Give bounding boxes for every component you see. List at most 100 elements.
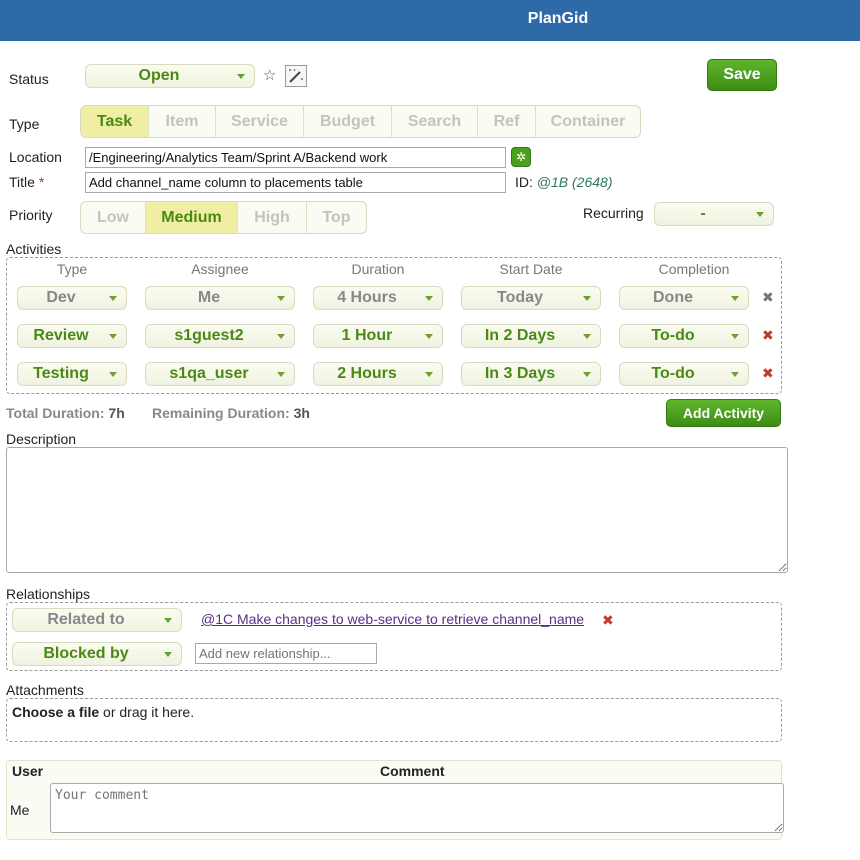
activities-label: Activities (6, 241, 62, 257)
item-id: ID: @1B (2648) (515, 174, 612, 190)
recurring-label: Recurring (583, 205, 644, 221)
status-label: Status (9, 71, 49, 87)
relationships-label: Relationships (6, 586, 91, 602)
total-duration-label: Total Duration: (6, 405, 105, 421)
remaining-duration: Remaining Duration: 3h (152, 405, 310, 421)
activity-duration-value: 1 Hour (341, 327, 393, 344)
column-header-start-date: Start Date (499, 261, 563, 277)
activity-start-dropdown[interactable]: In 3 Days (461, 362, 601, 386)
attachments-text: Choose a file or drag it here. (12, 704, 194, 720)
chevron-down-icon (164, 618, 172, 623)
activity-start-dropdown[interactable]: In 2 Days (461, 324, 601, 348)
type-option-task[interactable]: Task (81, 106, 149, 137)
priority-label: Priority (9, 207, 53, 223)
attachments-label: Attachments (6, 682, 84, 698)
activity-assignee-dropdown[interactable]: Me (145, 286, 295, 310)
relationship-kind-dropdown[interactable]: Related to (12, 608, 182, 632)
star-icon[interactable]: ☆ (263, 66, 276, 84)
priority-option-medium[interactable]: Medium (146, 202, 238, 233)
activity-completion-value: To-do (651, 327, 695, 344)
activity-type-dropdown[interactable]: Review (17, 324, 127, 348)
chevron-down-icon (583, 372, 591, 377)
gear-icon[interactable]: ✲ (511, 147, 531, 167)
comment-textarea[interactable] (50, 783, 784, 833)
new-relationship-input[interactable] (195, 643, 377, 664)
activity-assignee-value: s1guest2 (174, 327, 244, 344)
status-dropdown[interactable]: Open (85, 64, 255, 88)
chevron-down-icon (277, 334, 285, 339)
relationship-kind-value: Related to (47, 611, 125, 628)
activity-completion-value: To-do (651, 365, 695, 382)
activity-duration-value: 4 Hours (337, 289, 397, 306)
total-duration-value: 7h (108, 405, 125, 421)
delete-activity-icon[interactable]: ✖ (762, 327, 774, 344)
chevron-down-icon (277, 372, 285, 377)
activity-assignee-dropdown[interactable]: s1guest2 (145, 324, 295, 348)
priority-option-high[interactable]: High (238, 202, 307, 233)
add-activity-button[interactable]: Add Activity (666, 399, 781, 427)
chevron-down-icon (583, 296, 591, 301)
delete-activity-icon[interactable]: ✖ (762, 289, 774, 306)
location-label: Location (9, 149, 62, 165)
activity-duration-dropdown[interactable]: 4 Hours (313, 286, 443, 310)
id-label: ID: (515, 174, 533, 190)
activity-start-value: Today (497, 289, 543, 306)
recurring-dropdown[interactable]: - (654, 202, 774, 226)
comment-column-header: Comment (380, 763, 445, 779)
activity-assignee-value: s1qa_user (169, 365, 249, 382)
user-column-header: User (12, 763, 44, 779)
activity-assignee-dropdown[interactable]: s1qa_user (145, 362, 295, 386)
relationship-link[interactable]: @1C Make changes to web-service to retri… (201, 611, 584, 627)
location-input[interactable] (85, 147, 506, 168)
type-option-item[interactable]: Item (149, 106, 216, 137)
column-header-completion: Completion (658, 261, 730, 277)
app-header: PlanGid (0, 0, 860, 41)
activity-duration-dropdown[interactable]: 1 Hour (313, 324, 443, 348)
chevron-down-icon (164, 652, 172, 657)
magic-wand-icon[interactable] (285, 65, 307, 87)
title-label: Title * (9, 174, 45, 190)
description-textarea[interactable] (6, 447, 788, 573)
save-button[interactable]: Save (707, 59, 777, 91)
description-label: Description (6, 431, 77, 447)
chevron-down-icon (583, 334, 591, 339)
activity-start-dropdown[interactable]: Today (461, 286, 601, 310)
chevron-down-icon (425, 334, 433, 339)
activity-type-dropdown[interactable]: Dev (17, 286, 127, 310)
chevron-down-icon (109, 296, 117, 301)
id-value: @1B (2648) (536, 174, 613, 190)
title-input[interactable] (85, 172, 506, 193)
activity-completion-dropdown[interactable]: To-do (619, 362, 749, 386)
relationship-link-container: @1C Make changes to web-service to retri… (201, 611, 584, 627)
activity-type-dropdown[interactable]: Testing (17, 362, 127, 386)
activity-duration-dropdown[interactable]: 2 Hours (313, 362, 443, 386)
total-duration: Total Duration: 7h (6, 405, 125, 421)
chevron-down-icon (425, 296, 433, 301)
new-relationship-kind-dropdown[interactable]: Blocked by (12, 642, 182, 666)
activity-completion-value: Done (653, 289, 693, 306)
choose-file-link[interactable]: Choose a file (12, 704, 99, 720)
type-option-container[interactable]: Container (536, 106, 640, 137)
type-selector: Task Item Service Budget Search Ref Cont… (80, 105, 641, 138)
chevron-down-icon (109, 372, 117, 377)
activity-completion-dropdown[interactable]: To-do (619, 324, 749, 348)
activity-completion-dropdown[interactable]: Done (619, 286, 749, 310)
column-header-duration: Duration (351, 261, 405, 277)
delete-activity-icon[interactable]: ✖ (762, 365, 774, 382)
chevron-down-icon (731, 334, 739, 339)
delete-relationship-icon[interactable]: ✖ (602, 612, 614, 629)
type-option-budget[interactable]: Budget (304, 106, 392, 137)
priority-option-top[interactable]: Top (307, 202, 366, 233)
type-option-search[interactable]: Search (392, 106, 478, 137)
type-option-service[interactable]: Service (216, 106, 304, 137)
chevron-down-icon (731, 296, 739, 301)
chevron-down-icon (277, 296, 285, 301)
activity-start-value: In 3 Days (484, 365, 556, 382)
type-label: Type (9, 116, 40, 132)
required-mark: * (38, 174, 45, 190)
new-relationship-kind-value: Blocked by (43, 645, 129, 662)
type-option-ref[interactable]: Ref (478, 106, 536, 137)
priority-option-low[interactable]: Low (81, 202, 146, 233)
chevron-down-icon (237, 74, 245, 79)
drag-hint: or drag it here. (103, 704, 195, 720)
